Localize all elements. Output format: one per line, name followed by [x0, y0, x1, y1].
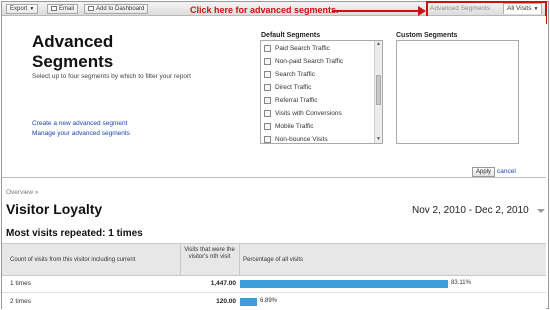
section-title: Most visits repeated: 1 times — [6, 228, 143, 239]
scroll-thumb[interactable] — [376, 75, 381, 105]
table-row: 2 times 120.00 6.89% — [2, 294, 546, 310]
visitor-loyalty-table: Count of visits from this visitor includ… — [2, 243, 546, 310]
default-segments-heading: Default Segments — [261, 32, 321, 39]
checkbox[interactable] — [264, 44, 271, 52]
row-visits: 120.00 — [216, 298, 236, 305]
list-scrollbar[interactable]: ▲ ▼ — [374, 41, 382, 143]
annotation-arrow-line — [332, 10, 424, 12]
segment-option[interactable]: Referral Traffic — [264, 96, 374, 108]
annotation-text: Click here for advanced segments. — [190, 5, 339, 15]
checkbox[interactable] — [264, 57, 271, 65]
segment-option-label: Visits with Conversions — [275, 110, 342, 117]
chevron-down-icon[interactable] — [537, 209, 545, 213]
panel-subtitle: Select up to four segments by which to f… — [32, 73, 191, 80]
segment-option-label: Mobile Traffic — [275, 123, 314, 130]
dashboard-label: Add to Dashboard — [96, 6, 145, 12]
segment-option-label: Search Traffic — [275, 71, 315, 78]
row-label: 2 times — [10, 298, 31, 305]
row-visits: 1,447.00 — [210, 280, 236, 287]
add-to-dashboard-button[interactable]: Add to Dashboard — [84, 4, 149, 14]
segment-option[interactable]: Mobile Traffic — [264, 122, 374, 134]
date-range-picker[interactable]: Nov 2, 2010 - Dec 2, 2010 — [412, 205, 529, 216]
segment-option[interactable]: Non-bounce Visits — [264, 135, 374, 143]
custom-segments-heading: Custom Segments — [396, 32, 458, 39]
create-segment-link[interactable]: Create a new advanced segment — [32, 120, 127, 127]
scroll-up-icon[interactable]: ▲ — [375, 41, 382, 48]
segment-option[interactable]: Non-paid Search Traffic — [264, 57, 374, 69]
segment-option-label: Referral Traffic — [275, 97, 318, 104]
segment-option-label: Non-bounce Visits — [275, 136, 328, 143]
cancel-link[interactable]: cancel — [497, 168, 516, 175]
annotation-arrow-icon — [418, 6, 426, 16]
segment-option[interactable]: Search Traffic — [264, 70, 374, 82]
manage-segments-link[interactable]: Manage your advanced segments — [32, 130, 130, 137]
table-header: Count of visits from this visitor includ… — [2, 243, 546, 276]
page-title: Visitor Loyalty — [6, 201, 103, 217]
checkbox[interactable] — [264, 122, 271, 130]
email-button[interactable]: Email — [47, 4, 79, 14]
column-divider — [239, 244, 240, 275]
chevron-down-icon: ▼ — [29, 6, 35, 12]
checkbox[interactable] — [264, 96, 271, 104]
percentage-value: 6.89% — [260, 298, 278, 304]
email-icon — [51, 5, 57, 11]
checkbox[interactable] — [264, 135, 271, 143]
scroll-down-icon[interactable]: ▼ — [375, 136, 382, 143]
row-label: 1 times — [10, 280, 31, 287]
column-header-visits[interactable]: Visits that were the visitor's nth visit — [182, 247, 237, 278]
segment-option-label: Non-paid Search Traffic — [275, 58, 344, 65]
panel-title: Advanced Segments — [32, 32, 114, 71]
dashboard-icon — [88, 5, 94, 11]
checkbox[interactable] — [264, 109, 271, 117]
segment-option-label: Paid Search Traffic — [275, 45, 330, 52]
export-button[interactable]: Export ▼ — [6, 4, 39, 14]
percentage-bar — [240, 298, 257, 306]
default-segments-list[interactable]: Paid Search Traffic Non-paid Search Traf… — [260, 40, 383, 144]
column-divider — [180, 244, 181, 275]
breadcrumb[interactable]: Overview » — [6, 189, 39, 196]
segment-option[interactable]: Direct Traffic — [264, 83, 374, 95]
percentage-bar — [240, 280, 448, 288]
export-label: Export — [10, 6, 28, 12]
segment-option-label: Direct Traffic — [275, 84, 312, 91]
segment-option[interactable]: Paid Search Traffic — [264, 44, 374, 56]
segment-option[interactable]: Visits with Conversions — [264, 109, 374, 121]
custom-segments-list[interactable] — [396, 40, 519, 144]
email-label: Email — [59, 6, 75, 12]
table-row: 1 times 1,447.00 83.11% — [2, 276, 546, 293]
apply-button[interactable]: Apply — [472, 167, 496, 177]
percentage-value: 83.11% — [451, 280, 471, 286]
checkbox[interactable] — [264, 70, 271, 78]
checkbox[interactable] — [264, 83, 271, 91]
